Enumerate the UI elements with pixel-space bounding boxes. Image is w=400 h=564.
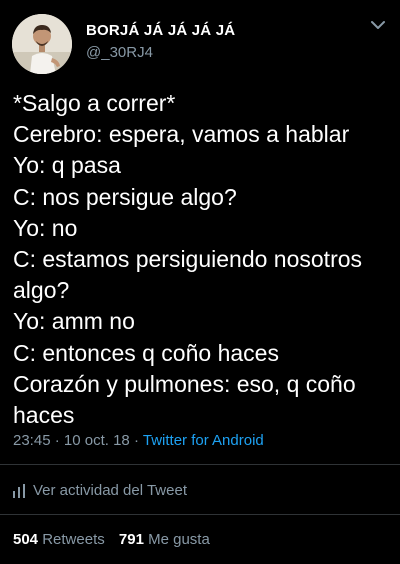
retweets-label: Retweets	[42, 531, 105, 548]
likes-stat[interactable]: 791 Me gusta	[119, 531, 210, 548]
bar-chart-icon	[13, 483, 25, 498]
meta-separator: ·	[133, 432, 139, 449]
tweet-text-line: haces	[13, 402, 75, 429]
profile-photo-icon	[12, 14, 72, 74]
divider	[0, 514, 400, 515]
tweet-time: 23:45	[13, 432, 51, 449]
tweet-text-line: C: entonces q coño haces	[13, 339, 279, 366]
tweet-text-line: C: estamos persiguiendo nosotros	[13, 246, 363, 273]
retweets-count: 504	[13, 531, 39, 548]
view-activity-label: Ver actividad del Tweet	[33, 482, 187, 499]
likes-count: 791	[118, 531, 144, 548]
tweet-text-line: C: nos persigue algo?	[13, 183, 237, 210]
tweet-text-line: Yo: no	[13, 214, 78, 241]
avatar[interactable]	[12, 14, 72, 74]
tweet-meta: 23:45 · 10 oct. 18 · Twitter for Android	[13, 432, 264, 449]
tweet-text-line: *Salgo a correr*	[13, 90, 176, 116]
user-handle[interactable]: @_30RJ4	[86, 44, 153, 61]
tweet-date: 10 oct. 18	[63, 432, 130, 449]
display-name[interactable]: BORJÁ JÁ JÁ JÁ JÁ	[86, 22, 235, 39]
tweet-source-link[interactable]: Twitter for Android	[143, 432, 264, 449]
tweet-text-line: Yo: q pasa	[13, 152, 121, 179]
tweet-text: *Salgo a correr* Cerebro: espera, vamos …	[13, 88, 391, 431]
likes-label: Me gusta	[148, 531, 210, 548]
tweet-text-line: Corazón y pulmones: eso, q coño	[13, 370, 356, 397]
divider	[0, 464, 400, 465]
chevron-down-icon[interactable]	[370, 18, 386, 30]
tweet-text-line: algo?	[13, 277, 70, 304]
retweets-stat[interactable]: 504 Retweets	[13, 531, 109, 548]
meta-separator: ·	[54, 432, 60, 449]
tweet-text-line: Yo: amm no	[13, 308, 135, 335]
view-activity-button[interactable]: Ver actividad del Tweet	[13, 482, 187, 499]
tweet-stats: 504 Retweets 791 Me gusta	[13, 531, 210, 548]
tweet-text-line: Cerebro: espera, vamos a hablar	[13, 121, 350, 148]
tweet-card: BORJÁ JÁ JÁ JÁ JÁ @_30RJ4 *Salgo a corre…	[0, 0, 400, 564]
